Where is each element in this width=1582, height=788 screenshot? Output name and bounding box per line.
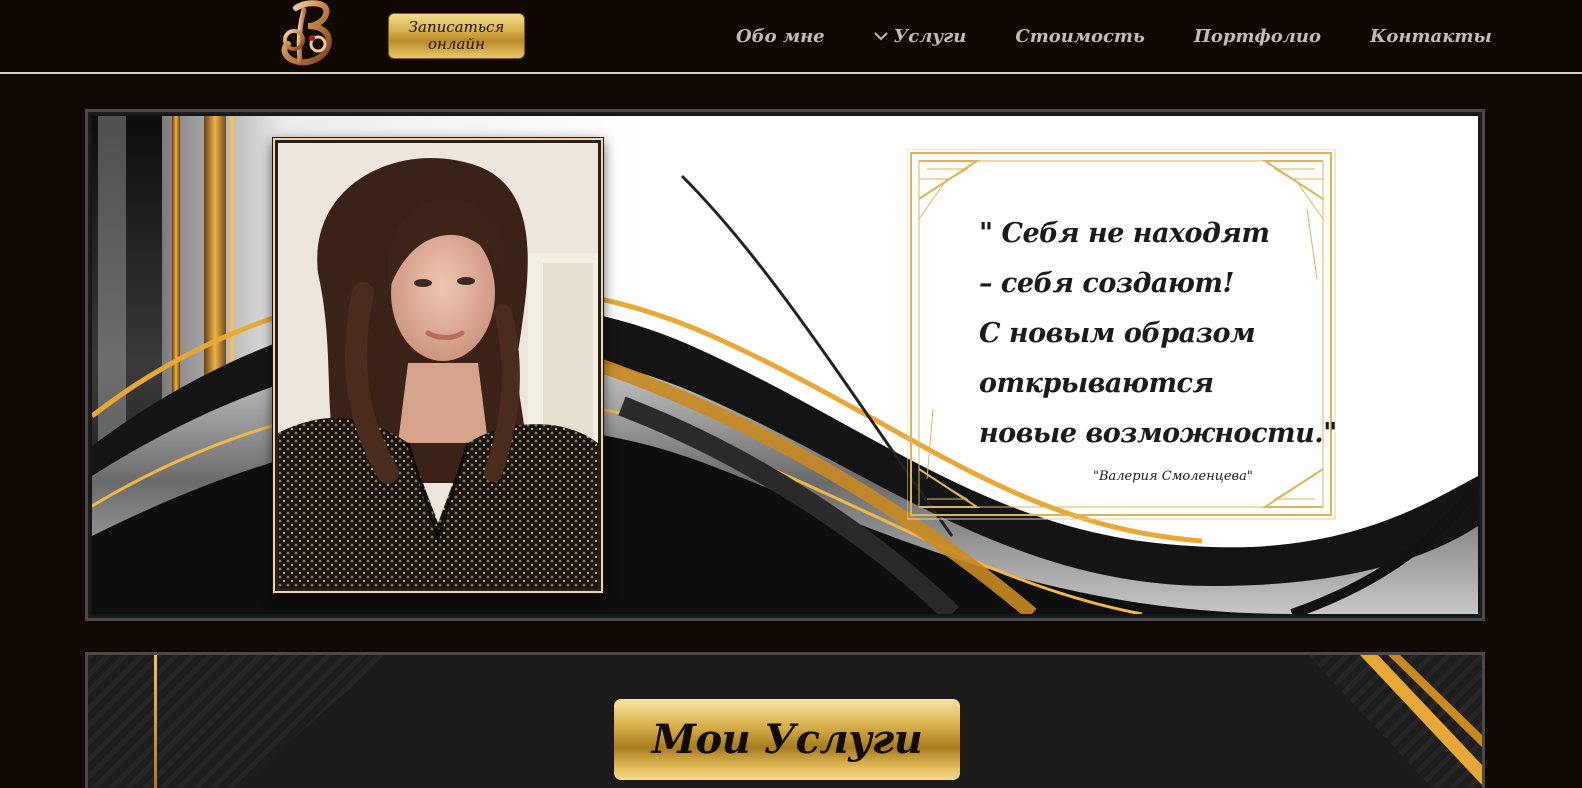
quote-frame: " Себя не находят – себя создают! С новы… (907, 149, 1337, 522)
nav-services-label: Услуги (893, 25, 967, 47)
hero-banner: " Себя не находят – себя создают! С новы… (92, 116, 1478, 614)
monogram-v-logo-icon[interactable] (274, 0, 348, 68)
chevron-down-icon (873, 31, 888, 41)
nav-portfolio[interactable]: Портфолио (1194, 26, 1321, 47)
quote-line: С новым образом (979, 318, 1256, 349)
nav-about[interactable]: Обо мне (736, 26, 825, 47)
quote-line: новые возможности." (979, 418, 1337, 449)
book-online-button[interactable]: Записаться онлайн (388, 13, 525, 59)
main-nav: Обо мне Услуги Стоимость Портфолио Конта… (736, 22, 1492, 50)
portrait-photo (278, 143, 598, 588)
nav-about-label: Обо мне (736, 25, 825, 47)
quote-line: " Себя не находят (979, 218, 1270, 249)
nav-portfolio-label: Портфолио (1193, 25, 1321, 47)
quote-author: "Валерия Смоленцева" (1093, 469, 1253, 484)
portrait-photo-frame (273, 138, 603, 593)
nav-pricing[interactable]: Стоимость (1015, 26, 1144, 47)
hero-frame: " Себя не находят – себя создают! С новы… (85, 109, 1485, 621)
quote-line: открываются (979, 368, 1214, 399)
site-header: Записаться онлайн Обо мне Услуги Стоимос… (0, 0, 1582, 74)
nav-contacts[interactable]: Контакты (1370, 26, 1492, 47)
services-heading: Мои Услуги (614, 699, 960, 780)
quote-line: – себя создают! (979, 268, 1234, 299)
hero-quote: " Себя не находят – себя создают! С новы… (979, 209, 1337, 459)
services-section: Мои Услуги (85, 652, 1485, 788)
nav-services[interactable]: Услуги (873, 25, 967, 47)
nav-pricing-label: Стоимость (1015, 25, 1145, 47)
nav-contacts-label: Контакты (1370, 25, 1492, 47)
